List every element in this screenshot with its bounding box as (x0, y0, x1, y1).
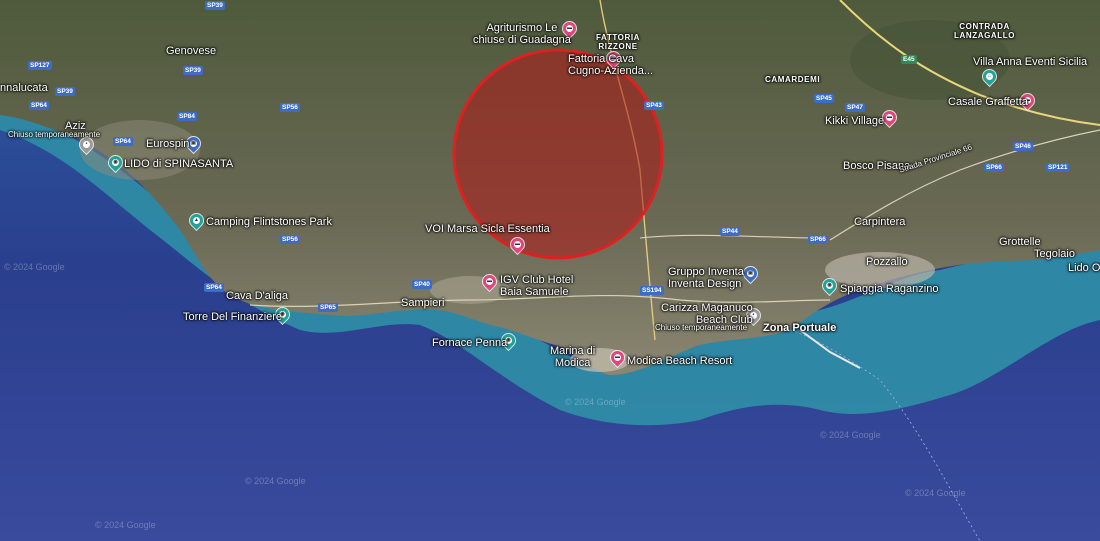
road-shield: SP44 (720, 227, 740, 236)
road-shield: E45 (901, 55, 917, 64)
place-label[interactable]: Cava D'aliga (226, 290, 288, 302)
place-label[interactable]: nnalucata (0, 82, 48, 94)
google-watermark: © 2024 Google (245, 476, 306, 486)
road-shield: SP56 (280, 103, 300, 112)
road-shield: SP40 (412, 280, 432, 289)
road-shield: SP39 (55, 87, 75, 96)
place-label[interactable]: Lido Ot (1068, 262, 1100, 274)
place-label[interactable]: Sampieri (401, 297, 444, 309)
place-label[interactable]: Torre Del Finanziere (183, 311, 282, 323)
place-label[interactable]: VOI Marsa Sicla Essentia (425, 223, 550, 235)
place-label[interactable]: Modica Beach Resort (627, 355, 732, 367)
place-label[interactable]: Casale Graffetta (948, 96, 1028, 108)
google-watermark: © 2024 Google (4, 262, 65, 272)
road-shield: SP121 (1046, 163, 1070, 172)
road-shield: SP84 (177, 112, 197, 121)
google-watermark: © 2024 Google (820, 430, 881, 440)
status-label: Chiuso temporaneamente (8, 130, 101, 139)
place-label[interactable]: Agriturismo Le chiuse di Guadagna (473, 22, 571, 46)
place-label[interactable]: Spiaggia Raganzino (840, 283, 938, 295)
place-label[interactable]: Pozzallo (866, 256, 908, 268)
place-label[interactable]: Kikki Village (825, 115, 884, 127)
area-label: CONTRADA LANZAGALLO (954, 22, 1016, 40)
place-label[interactable]: Fornace Penna (432, 337, 507, 349)
place-label[interactable]: Camping Flintstones Park (206, 216, 332, 228)
area-label: CAMARDEMI (765, 75, 821, 84)
road-shield: SP127 (28, 61, 52, 70)
satellite-map[interactable] (0, 0, 1100, 541)
road-shield: SP46 (1013, 142, 1033, 151)
place-label[interactable]: Villa Anna Eventi Sicilia (973, 56, 1087, 68)
place-label[interactable]: Zona Portuale (763, 322, 836, 334)
road-shield: SP66 (808, 235, 828, 244)
area-label: FATTORIA RIZZONE (596, 33, 641, 51)
road-shield: SP45 (814, 94, 834, 103)
place-label[interactable]: Genovese (166, 45, 216, 57)
google-watermark: © 2024 Google (95, 520, 156, 530)
place-label[interactable]: Marina di Modica (550, 345, 595, 369)
road-shield: SP39 (183, 66, 203, 75)
place-label[interactable]: Tegolaio (1034, 248, 1075, 260)
google-watermark: © 2024 Google (905, 488, 966, 498)
road-shield: SP39 (205, 1, 225, 10)
place-label[interactable]: LIDO di SPINASANTA (124, 158, 233, 170)
road-shield: SP56 (280, 235, 300, 244)
road-shield: SP65 (318, 303, 338, 312)
place-label[interactable]: Fattoria Cava Cugno-Azienda... (568, 53, 653, 77)
west-urban (80, 120, 200, 180)
place-label[interactable]: Gruppo Inventa Inventa Design (668, 266, 744, 290)
place-label[interactable]: Grottelle (999, 236, 1041, 248)
road-shield: SP64 (113, 137, 133, 146)
road-shield: SS194 (640, 286, 664, 295)
google-watermark: © 2024 Google (565, 397, 626, 407)
status-label: Chiuso temporaneamente (655, 323, 748, 332)
road-shield: SP47 (845, 103, 865, 112)
road-shield: SP43 (644, 101, 664, 110)
road-shield: SP64 (204, 283, 224, 292)
place-label[interactable]: IGV Club Hotel Baia Samuele (500, 274, 573, 298)
place-label[interactable]: Eurospin (146, 138, 189, 150)
road-shield: SP66 (984, 163, 1004, 172)
place-label[interactable]: Carpintera (854, 216, 905, 228)
road-shield: SP64 (29, 101, 49, 110)
